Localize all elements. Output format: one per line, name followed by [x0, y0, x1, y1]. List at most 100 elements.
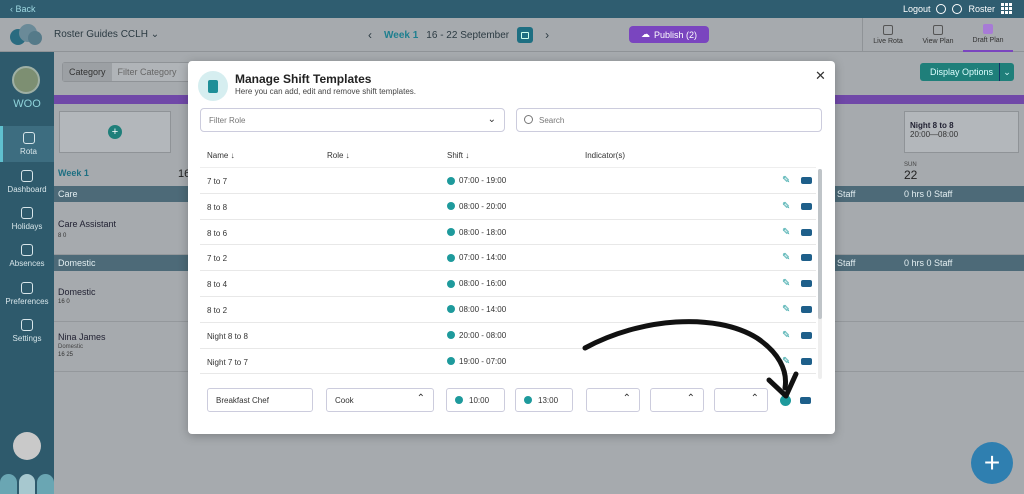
- sidebar-item-holidays[interactable]: Holidays: [0, 201, 54, 237]
- roster-selector[interactable]: Roster Guides CCLH ⌄: [54, 29, 159, 40]
- table-row: 7 to 7 07:00 - 19:00 ✎: [200, 168, 816, 194]
- sidebar-item-dashboard[interactable]: Dashboard: [0, 164, 54, 200]
- cloud-upload-icon: ☁: [640, 29, 650, 39]
- header: Roster Guides CCLH ⌄ ‹ Week 1 16 - 22 Se…: [0, 18, 1024, 52]
- user-avatar[interactable]: [13, 432, 41, 460]
- calendar-icon[interactable]: [517, 27, 534, 43]
- table-row: 8 to 2 08:00 - 14:00 ✎: [200, 297, 816, 323]
- table-scrollbar[interactable]: [818, 169, 822, 379]
- gear-icon: [21, 319, 33, 331]
- delete-icon[interactable]: [801, 280, 812, 288]
- indicator-select-1[interactable]: ⌃: [586, 388, 640, 412]
- edit-icon[interactable]: ✎: [782, 356, 790, 367]
- gear-icon[interactable]: [952, 3, 963, 14]
- prev-week-button[interactable]: ‹: [364, 28, 376, 42]
- template-icon: [198, 71, 228, 101]
- absences-icon: [21, 244, 33, 256]
- add-template-tile[interactable]: +: [59, 111, 171, 153]
- table-row: 8 to 6 08:00 - 18:00 ✎: [200, 220, 816, 246]
- clock-icon: [455, 396, 463, 404]
- edit-icon[interactable]: ✎: [782, 227, 790, 238]
- delete-icon[interactable]: [801, 331, 812, 339]
- sidebar-item-preferences[interactable]: Preferences: [0, 276, 54, 312]
- search-input[interactable]: Search: [516, 108, 822, 132]
- preferences-icon: [21, 282, 33, 294]
- edit-icon[interactable]: ✎: [782, 252, 790, 263]
- week-label: Week 1: [384, 29, 419, 41]
- sidebar-item-rota[interactable]: Rota: [0, 126, 54, 162]
- sidebar-item-absences[interactable]: Absences: [0, 238, 54, 274]
- pencil-icon: [983, 24, 993, 34]
- edit-icon[interactable]: ✎: [782, 278, 790, 289]
- column-name[interactable]: Name ↓: [207, 151, 235, 160]
- add-fab-button[interactable]: +: [971, 442, 1013, 484]
- chevron-up-icon: ⌃: [750, 393, 759, 404]
- back-link[interactable]: ‹ Back: [10, 4, 36, 14]
- delete-icon[interactable]: [801, 254, 812, 262]
- week-label: Week 1: [58, 168, 89, 178]
- delete-icon[interactable]: [801, 202, 812, 210]
- table-row: 8 to 4 08:00 - 16:00 ✎: [200, 271, 816, 297]
- sidebar-item-settings[interactable]: Settings: [0, 313, 54, 349]
- calendar-icon: [22, 132, 35, 144]
- role-select[interactable]: Cook ⌃: [326, 388, 434, 412]
- column-shift[interactable]: Shift ↓: [447, 151, 469, 160]
- tab-view-plan[interactable]: View Plan: [913, 18, 963, 52]
- top-bar-actions: Logout Roster: [903, 3, 1012, 14]
- clock-icon: [447, 176, 455, 185]
- tab-live-rota[interactable]: Live Rota: [863, 18, 913, 52]
- chevron-down-icon: ⌄: [150, 29, 160, 40]
- close-icon[interactable]: ✕: [815, 68, 826, 84]
- roster-link[interactable]: Roster: [968, 4, 995, 14]
- indicator-select-2[interactable]: ⌃: [650, 388, 704, 412]
- live-rota-icon: [883, 25, 893, 35]
- chevron-down-icon: ⌄: [487, 114, 496, 125]
- table-row: 8 to 8 08:00 - 20:00 ✎: [200, 194, 816, 220]
- category-filter-input[interactable]: Filter Category: [112, 63, 183, 81]
- sidebar-decoration: [0, 474, 55, 494]
- edit-icon[interactable]: ✎: [782, 304, 790, 315]
- shift-template-tile[interactable]: Night 8 to 8 20:00—08:00: [904, 111, 1019, 153]
- chevron-up-icon: ⌃: [622, 393, 631, 404]
- delete-icon[interactable]: [801, 177, 812, 184]
- column-indicators: Indicator(s): [585, 151, 626, 160]
- manage-shift-templates-modal: Manage Shift Templates Here you can add,…: [188, 61, 835, 434]
- logout-icon[interactable]: [936, 3, 947, 14]
- chevron-up-icon: ⌃: [686, 393, 695, 404]
- clock-icon: [447, 357, 455, 366]
- display-options-button[interactable]: Display Options ⌄: [920, 63, 1014, 81]
- start-time-field[interactable]: 10:00: [446, 388, 505, 412]
- clock-icon: [447, 228, 455, 237]
- delete-icon[interactable]: [800, 397, 811, 404]
- apps-grid-icon[interactable]: [1001, 3, 1012, 14]
- end-time-field[interactable]: 13:00: [515, 388, 573, 412]
- sidebar: WOO Rota Dashboard Holidays Absences Pre…: [0, 52, 55, 494]
- indicator-select-3[interactable]: ⌃: [714, 388, 768, 412]
- delete-icon[interactable]: [801, 357, 812, 365]
- edit-icon[interactable]: ✎: [782, 201, 790, 212]
- brand-logo: [10, 24, 44, 46]
- role-filter-select[interactable]: Filter Role ⌄: [200, 108, 505, 132]
- publish-button[interactable]: ☁ Publish (2): [629, 26, 709, 43]
- template-name-field[interactable]: Breakfast Chef: [207, 388, 313, 412]
- edit-icon[interactable]: ✎: [782, 330, 790, 341]
- chevron-up-icon: ⌃: [416, 393, 425, 404]
- view-tabs: Live Rota View Plan Draft Plan: [862, 18, 1013, 52]
- edit-icon[interactable]: ✎: [782, 175, 790, 186]
- new-template-row: Breakfast Chef Cook ⌃ 10:00 13:00 ⌃ ⌃ ⌃: [200, 383, 820, 423]
- category-label: Category: [63, 63, 112, 81]
- column-role[interactable]: Role ↓: [327, 151, 350, 160]
- clock-icon: [447, 202, 455, 211]
- table-row: 7 to 2 07:00 - 14:00 ✎: [200, 245, 816, 272]
- confirm-check-icon[interactable]: [780, 395, 791, 406]
- tab-draft-plan[interactable]: Draft Plan: [963, 18, 1013, 52]
- category-filter[interactable]: Category Filter Category: [62, 62, 192, 82]
- chevron-down-icon[interactable]: ⌄: [999, 63, 1014, 81]
- delete-icon[interactable]: [801, 228, 812, 236]
- clock-icon: [524, 396, 532, 404]
- next-week-button[interactable]: ›: [541, 28, 553, 42]
- logout-link[interactable]: Logout: [903, 4, 931, 14]
- delete-icon[interactable]: [801, 305, 812, 313]
- plus-icon: +: [108, 125, 122, 139]
- top-bar: ‹ Back Logout Roster: [0, 0, 1024, 18]
